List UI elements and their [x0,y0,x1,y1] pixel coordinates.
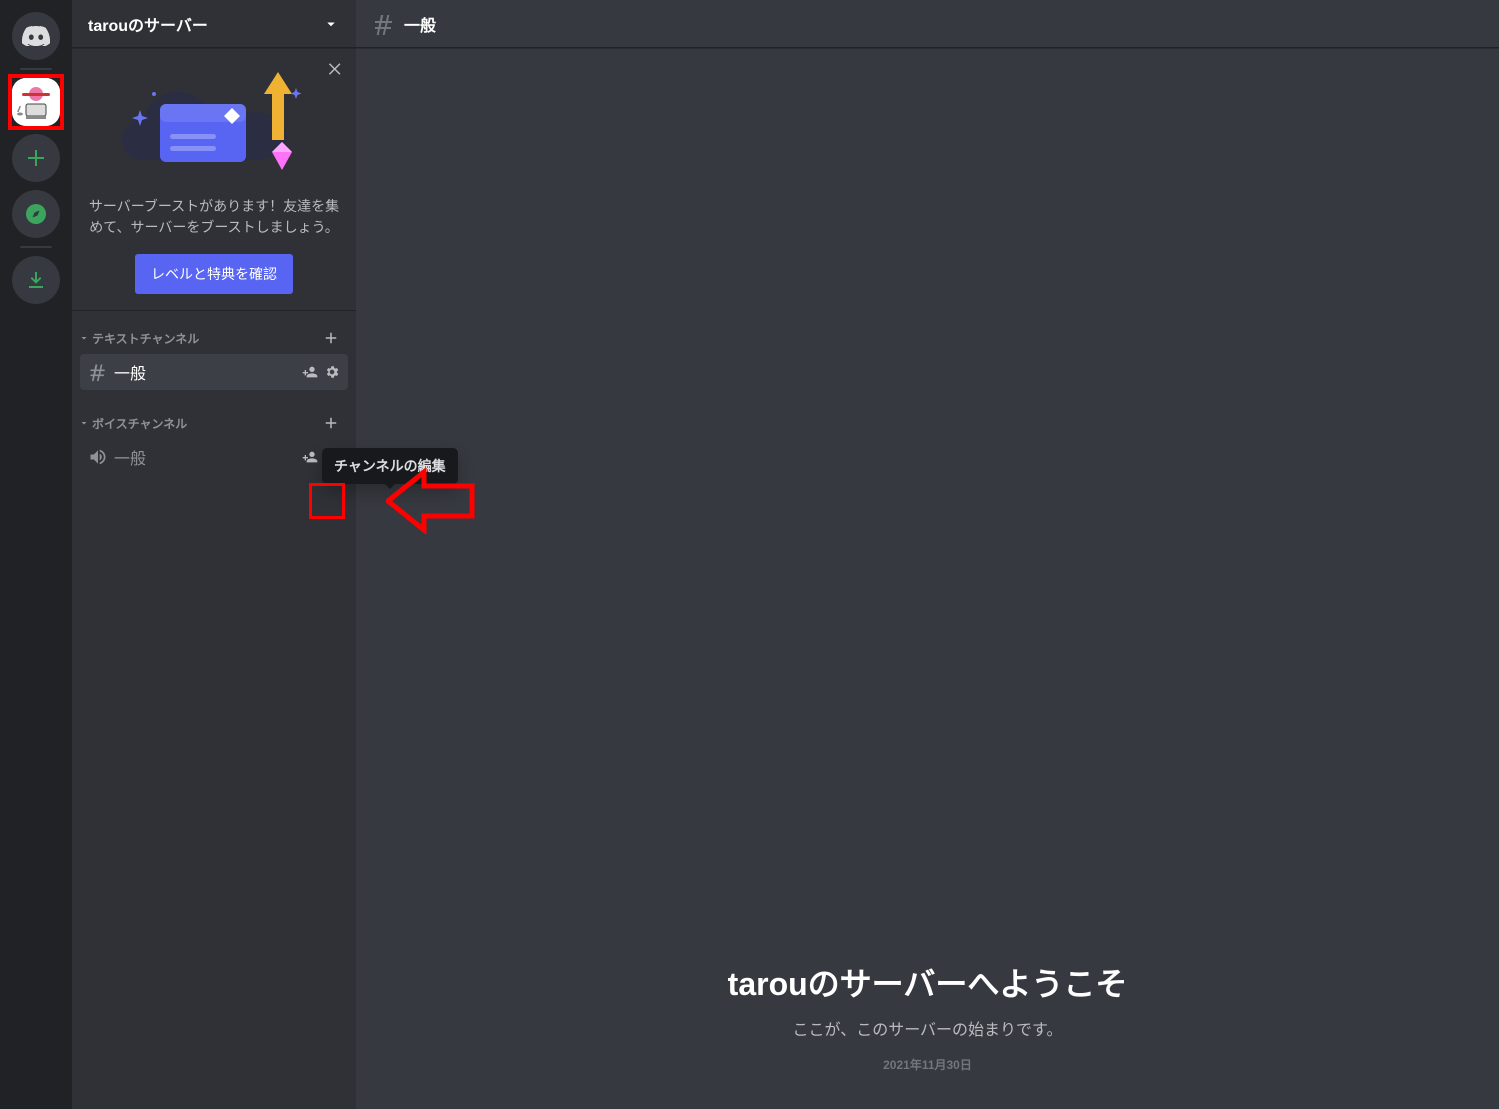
channel-header: 一般 [356,0,1499,48]
home-button[interactable] [12,12,60,60]
boost-banner: サーバーブーストがあります！友達を集めて、サーバーをブーストしましょう。 レベル… [72,48,356,311]
person-plus-icon [302,364,318,380]
hash-icon [372,12,396,36]
compass-icon [24,202,48,226]
category-label: ボイスチャンネル [92,415,187,432]
boost-check-perks-button[interactable]: レベルと特典を確認 [135,254,293,294]
server-icon-tarou[interactable] [12,78,60,126]
channel-title: 一般 [404,12,436,36]
download-apps-button[interactable] [12,256,60,304]
plus-icon [322,329,340,347]
edit-channel-button[interactable] [324,364,340,380]
create-invite-button[interactable] [302,364,318,380]
chat-messages[interactable]: tarouのサーバーへようこそ ここが、このサーバーの始まりです。 2021年1… [356,48,1499,1109]
chevron-down-icon [78,417,90,429]
voice-channel-general[interactable]: 一般 [80,439,348,475]
server-header[interactable]: tarouのサーバー [72,0,356,48]
welcome-block: tarouのサーバーへようこそ ここが、このサーバーの始まりです。 2021年1… [728,964,1128,1073]
download-icon [24,268,48,292]
channel-name: 一般 [114,445,302,469]
rail-separator [20,68,52,70]
category-text-channels[interactable]: テキストチャンネル [72,323,356,353]
chevron-down-icon [322,15,340,33]
hash-icon [88,362,108,382]
welcome-title: tarouのサーバーへようこそ [728,964,1128,1004]
person-plus-icon [302,449,318,465]
category-voice-channels[interactable]: ボイスチャンネル [72,408,356,438]
channel-list: テキストチャンネル 一般 ボイスチャ [72,311,356,488]
channel-sidebar: tarouのサーバー [72,0,356,1109]
welcome-subtitle: ここが、このサーバーの始まりです。 [728,1016,1128,1040]
category-label: テキストチャンネル [92,330,199,347]
boost-illustration [88,64,340,184]
channel-name: 一般 [114,360,302,384]
discord-logo-icon [22,26,50,46]
rail-separator [20,246,52,248]
create-channel-button[interactable] [322,414,340,432]
tooltip-edit-channel: チャンネルの編集 [322,448,458,484]
main-chat-area: 一般 tarouのサーバーへようこそ ここが、このサーバーの始まりです。 202… [356,0,1499,1109]
gear-icon [324,364,340,380]
server-avatar-image [12,78,60,126]
text-channel-general[interactable]: 一般 [80,354,348,390]
create-invite-button[interactable] [302,449,318,465]
speaker-icon [88,447,108,467]
plus-icon [322,414,340,432]
tooltip-text: チャンネルの編集 [334,458,446,474]
explore-servers-button[interactable] [12,190,60,238]
boost-banner-text: サーバーブーストがあります！友達を集めて、サーバーをブーストしましょう。 [88,196,340,238]
server-rail [0,0,72,1109]
date-divider: 2021年11月30日 [728,1056,1128,1073]
chevron-down-icon [78,332,90,344]
plus-icon [24,146,48,170]
create-channel-button[interactable] [322,329,340,347]
add-server-button[interactable] [12,134,60,182]
server-name: tarouのサーバー [88,12,208,36]
